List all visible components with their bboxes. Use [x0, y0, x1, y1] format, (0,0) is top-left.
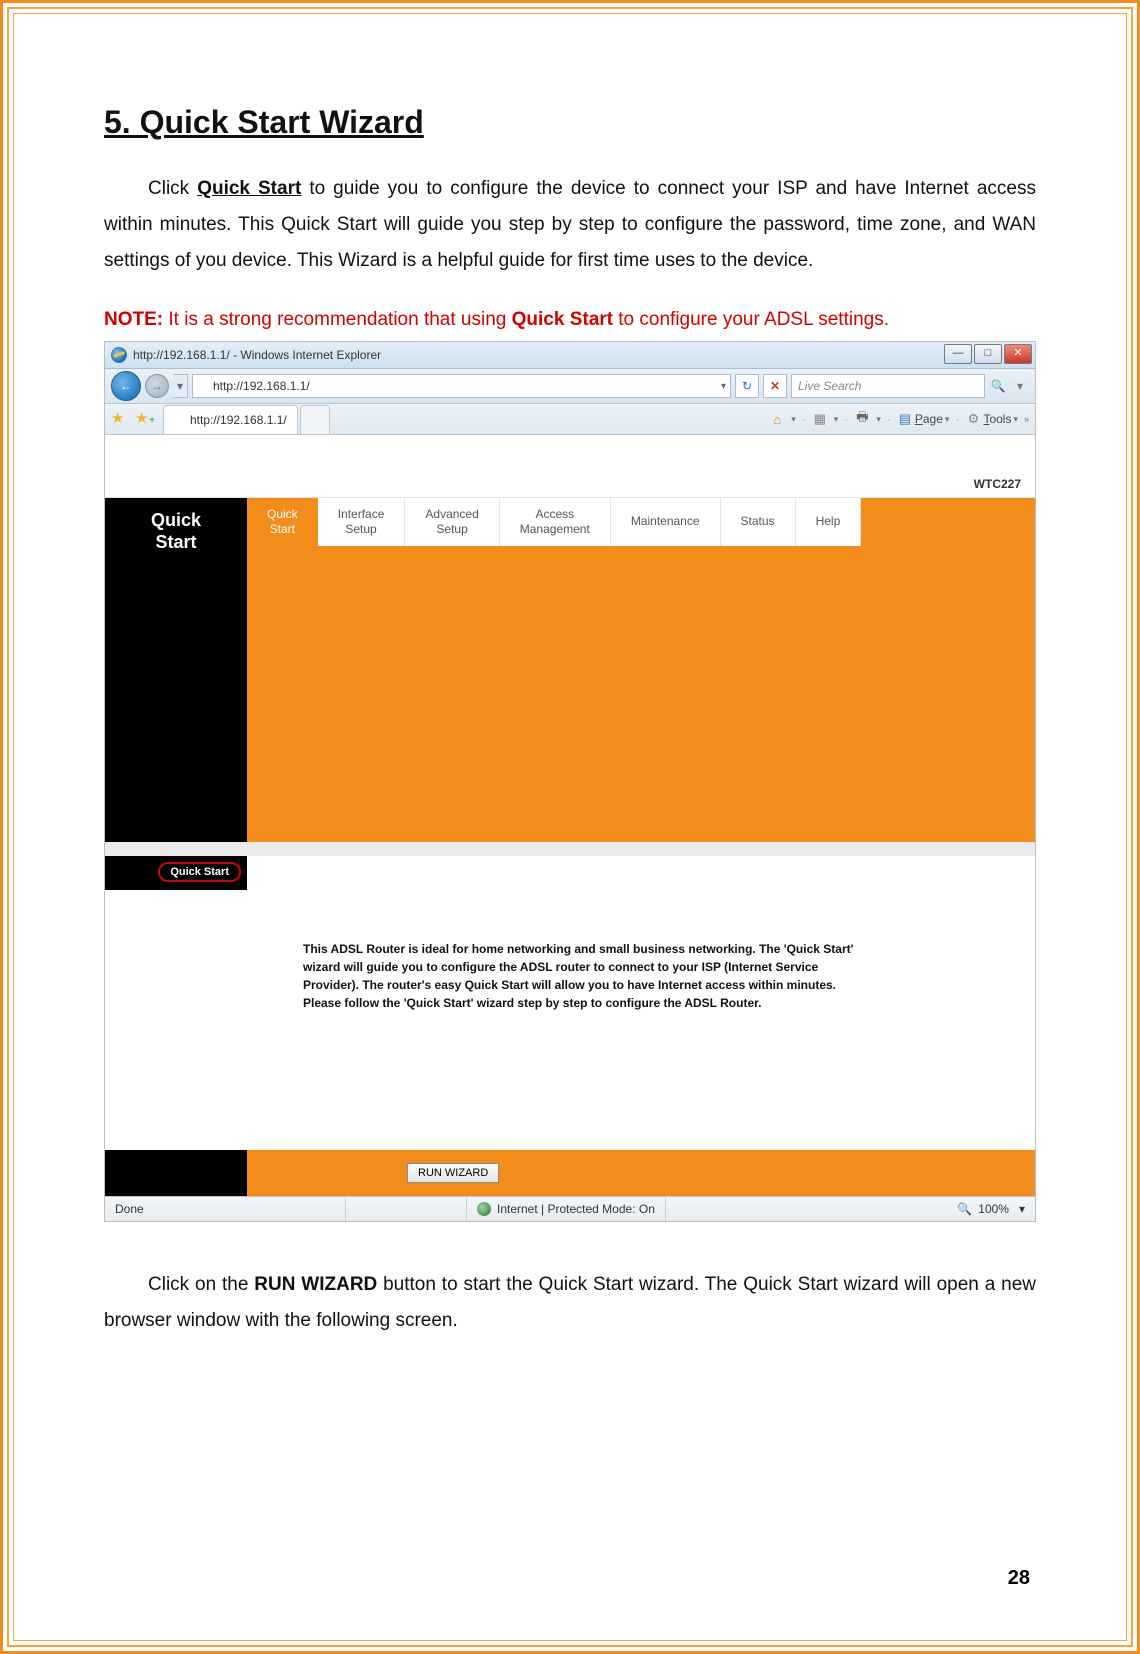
address-bar-dropdown-icon[interactable]: ▾	[721, 381, 726, 392]
router-nav-tabs: QuickStart InterfaceSetup AdvancedSetup …	[247, 498, 1035, 546]
nav-status[interactable]: Status	[721, 498, 796, 546]
status-done: Done	[105, 1197, 346, 1221]
left-blank	[105, 890, 247, 1120]
tab-ie-icon	[174, 414, 186, 426]
search-input[interactable]: Live Search	[791, 374, 985, 398]
feeds-icon[interactable]: ▦	[812, 411, 828, 427]
home-icon[interactable]: ⌂	[769, 411, 785, 427]
router-right-column: QuickStart InterfaceSetup AdvancedSetup …	[247, 498, 1035, 842]
forward-button[interactable]: →	[145, 374, 169, 398]
internet-zone-icon	[477, 1202, 491, 1216]
page-icon	[197, 380, 209, 392]
note-label: NOTE:	[104, 309, 163, 330]
back-button[interactable]: ←	[111, 371, 141, 401]
tab-label: http://192.168.1.1/	[190, 413, 287, 427]
intro-text-a: Click	[148, 178, 197, 199]
window-title-text: http://192.168.1.1/ - Windows Internet E…	[133, 348, 381, 362]
grey-separator	[105, 842, 1035, 856]
stop-button[interactable]: ✕	[763, 374, 787, 398]
new-tab-button[interactable]	[300, 405, 330, 434]
nav-interface-setup[interactable]: InterfaceSetup	[318, 498, 406, 546]
router-header-area: WTC227	[105, 435, 1035, 498]
toolbar-overflow-icon[interactable]: »	[1024, 414, 1029, 424]
status-zoom-value: 100%	[978, 1202, 1009, 1216]
add-favorite-icon[interactable]: ★+	[135, 411, 151, 427]
note-text-b: to configure your ADSL settings.	[613, 309, 889, 330]
para-after-screenshot: Click on the RUN WIZARD button to start …	[104, 1267, 1036, 1339]
nav-access-management[interactable]: AccessManagement	[500, 498, 611, 546]
nav-quick-start[interactable]: QuickStart	[247, 498, 318, 546]
page-menu[interactable]: ▤ PPageage ▾	[897, 411, 950, 427]
close-button[interactable]: ✕	[1004, 344, 1032, 364]
minimize-button[interactable]: —	[944, 344, 972, 364]
status-blank-1	[346, 1197, 467, 1221]
run-wizard-row: RUN WIZARD	[105, 1150, 1035, 1196]
tools-menu-label: TToolsools	[983, 412, 1011, 426]
tools-menu[interactable]: ⚙ TToolsools ▾	[965, 411, 1018, 427]
nav-advanced-setup[interactable]: AdvancedSetup	[405, 498, 499, 546]
address-bar[interactable]: http://192.168.1.1/ ▾	[192, 374, 731, 398]
tools-menu-icon: ⚙	[965, 411, 981, 427]
left-black-footer	[105, 1150, 247, 1196]
ie-icon	[111, 347, 127, 363]
para2-b: RUN WIZARD	[254, 1274, 377, 1295]
router-model-label: WTC227	[974, 477, 1021, 491]
content-row: This ADSL Router is ideal for home netwo…	[105, 890, 1035, 1150]
window-titlebar: http://192.168.1.1/ - Windows Internet E…	[105, 342, 1035, 369]
refresh-button[interactable]: ↻	[735, 374, 759, 398]
orange-spacer	[247, 546, 1035, 564]
left-quick-start-label: QuickStart	[105, 498, 247, 569]
page-menu-label: PPageage	[915, 412, 943, 426]
nav-maintenance[interactable]: Maintenance	[611, 498, 721, 546]
run-wizard-button[interactable]: RUN WIZARD	[407, 1163, 499, 1183]
address-bar-row: ← → ▾ http://192.168.1.1/ ▾ ↻ ✕ Live Sea…	[105, 369, 1035, 404]
intro-paragraph: Click Quick Start to guide you to config…	[104, 171, 1036, 279]
page-content: 5. Quick Start Wizard Click Quick Start …	[13, 13, 1127, 1641]
quick-start-submenu[interactable]: Quick Start	[158, 862, 241, 882]
router-description: This ADSL Router is ideal for home netwo…	[247, 890, 893, 1150]
nav-help[interactable]: Help	[796, 498, 862, 546]
print-icon[interactable]: 🖶	[854, 411, 870, 427]
note-bold: Quick Start	[512, 309, 613, 330]
favorites-bar: ★ ★+ http://192.168.1.1/ ⌂▾ · ▦▾ ·	[105, 404, 1035, 435]
intro-link-quick-start: Quick Start	[197, 178, 301, 199]
status-zone: Internet | Protected Mode: On	[467, 1197, 666, 1221]
maximize-button[interactable]: □	[974, 344, 1002, 364]
address-url: http://192.168.1.1/	[213, 379, 310, 393]
router-left-column: QuickStart	[105, 498, 247, 842]
zoom-dropdown-icon[interactable]: ▾	[1019, 1202, 1025, 1216]
status-zoom[interactable]: 🔍 100% ▾	[947, 1197, 1035, 1221]
quick-start-pill-wrap: Quick Start	[105, 856, 247, 890]
history-dropdown[interactable]: ▾	[173, 374, 188, 398]
router-main: QuickStart QuickStart InterfaceSetup Adv…	[105, 498, 1035, 842]
browser-tab[interactable]: http://192.168.1.1/	[163, 405, 298, 434]
search-go-button[interactable]: 🔍	[989, 375, 1007, 397]
favorites-icon[interactable]: ★	[111, 411, 127, 427]
search-placeholder: Live Search	[798, 379, 861, 393]
search-dropdown[interactable]: ▾	[1011, 375, 1029, 397]
para2-a: Click on the	[148, 1274, 254, 1295]
page-number: 28	[1008, 1567, 1030, 1590]
page-menu-icon: ▤	[897, 411, 913, 427]
note-line: NOTE: It is a strong recommendation that…	[104, 309, 1036, 331]
status-zone-text: Internet | Protected Mode: On	[497, 1202, 655, 1216]
submenu-row: Quick Start	[105, 856, 1035, 890]
status-bar: Done Internet | Protected Mode: On 🔍 100…	[105, 1196, 1035, 1221]
page-border-mid: 5. Quick Start Wizard Click Quick Start …	[7, 7, 1133, 1647]
zoom-icon: 🔍	[957, 1202, 972, 1216]
ie-window: http://192.168.1.1/ - Windows Internet E…	[104, 341, 1036, 1222]
section-heading: 5. Quick Start Wizard	[104, 104, 1036, 141]
note-text-a: It is a strong recommendation that using	[163, 309, 512, 330]
page-border-outer: 5. Quick Start Wizard Click Quick Start …	[0, 0, 1140, 1654]
